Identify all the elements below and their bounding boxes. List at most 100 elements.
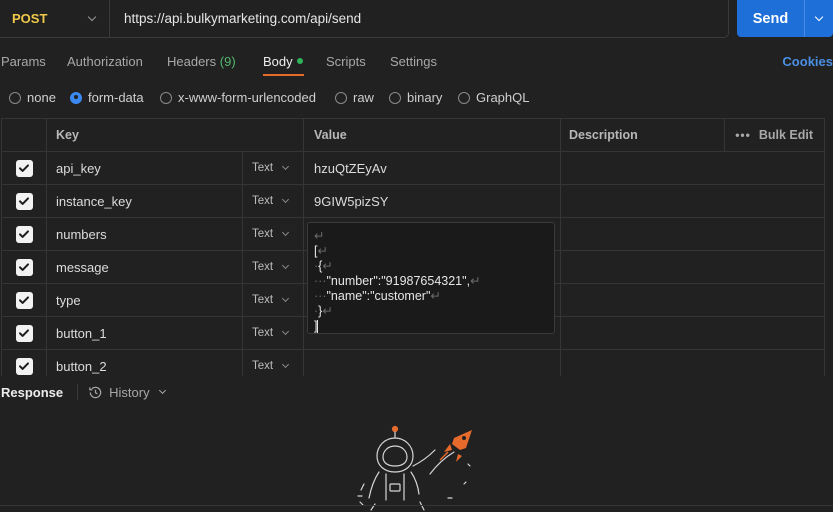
- body-type-urlencoded[interactable]: x-www-form-urlencoded: [160, 90, 316, 105]
- body-type-label: raw: [353, 90, 374, 105]
- tab-authorization[interactable]: Authorization: [67, 54, 143, 69]
- body-type-label: x-www-form-urlencoded: [178, 90, 316, 105]
- send-options-button[interactable]: [804, 0, 833, 37]
- row-checkbox[interactable]: [15, 159, 33, 177]
- newline-marker: ↵: [317, 244, 328, 258]
- newline-marker: ↵: [322, 259, 333, 273]
- type-select[interactable]: Text: [243, 251, 304, 283]
- header-check-cell: [2, 119, 47, 151]
- tab-scripts[interactable]: Scripts: [326, 54, 366, 69]
- type-label: Text: [252, 162, 274, 174]
- row-check-cell: [2, 218, 47, 250]
- chevron-down-icon: [282, 162, 290, 171]
- active-tab-indicator: [263, 74, 304, 76]
- row-checkbox[interactable]: [15, 291, 33, 309]
- text-cursor: [317, 320, 319, 334]
- body-type-label: GraphQL: [476, 90, 530, 105]
- chevron-down-icon: [282, 195, 290, 204]
- whitespace-marker: ···: [314, 289, 327, 303]
- type-select[interactable]: Text: [243, 317, 304, 349]
- row-checkbox[interactable]: [15, 225, 33, 243]
- checkmark-icon: [19, 296, 29, 304]
- table-header-row: Key Value Description ••• Bulk Edit: [2, 119, 824, 152]
- body-type-form-data[interactable]: form-data: [70, 90, 144, 105]
- key-input[interactable]: instance_key: [47, 185, 243, 217]
- body-type-graphql[interactable]: GraphQL: [458, 90, 529, 105]
- value-input[interactable]: 9GIW5pizSY: [304, 185, 561, 217]
- description-input[interactable]: [561, 185, 824, 217]
- key-input[interactable]: numbers: [47, 218, 243, 250]
- json-line: ↵: [314, 229, 554, 244]
- body-type-binary[interactable]: binary: [389, 90, 442, 105]
- row-check-cell: [2, 350, 47, 376]
- row-check-cell: [2, 251, 47, 283]
- header-value: Value: [304, 119, 561, 151]
- key-input[interactable]: message: [47, 251, 243, 283]
- newline-marker: ↵: [322, 304, 333, 318]
- type-label: Text: [252, 195, 274, 207]
- header-description: Description ••• Bulk Edit: [561, 119, 824, 151]
- send-button[interactable]: Send: [737, 0, 804, 37]
- key-input[interactable]: button_2: [47, 350, 243, 376]
- chevron-down-icon: [282, 294, 290, 303]
- method-select[interactable]: POST: [0, 0, 110, 37]
- type-select[interactable]: Text: [243, 185, 304, 217]
- description-input[interactable]: [561, 350, 824, 376]
- chevron-down-icon: [87, 12, 97, 22]
- type-label: Text: [252, 228, 274, 240]
- row-checkbox[interactable]: [15, 258, 33, 276]
- url-input[interactable]: https://api.bulkymarketing.com/api/send: [110, 11, 728, 26]
- row-check-cell: [2, 284, 47, 316]
- modified-dot-icon: [296, 58, 303, 65]
- type-select[interactable]: Text: [243, 350, 304, 376]
- value-json-editor[interactable]: ↵ [↵ ·{↵ ···"number":"91987654321",↵ ···"nam…: [307, 222, 555, 334]
- row-checkbox[interactable]: [15, 357, 33, 375]
- row-check-cell: [2, 152, 47, 184]
- newline-marker: ↵: [314, 229, 325, 243]
- description-input[interactable]: [561, 152, 824, 184]
- header-key: Key: [47, 119, 304, 151]
- tab-headers-count: (9): [219, 54, 236, 69]
- body-type-raw[interactable]: raw: [335, 90, 374, 105]
- table-row: instance_key Text 9GIW5pizSY: [2, 185, 824, 218]
- value-input[interactable]: [304, 350, 561, 376]
- body-type-label: none: [27, 90, 56, 105]
- key-input[interactable]: button_1: [47, 317, 243, 349]
- json-line: ·}↵: [314, 304, 554, 319]
- type-label: Text: [252, 360, 274, 372]
- json-text: "name":"customer": [326, 289, 431, 303]
- astronaut-rocket-illustration: [357, 425, 472, 511]
- radio-icon: [9, 91, 21, 104]
- send-group: Send: [737, 0, 833, 37]
- row-checkbox[interactable]: [15, 324, 33, 342]
- tab-body[interactable]: Body: [263, 54, 303, 69]
- newline-marker: ↵: [430, 289, 441, 303]
- tab-headers[interactable]: Headers (9): [167, 54, 236, 69]
- description-input[interactable]: [561, 218, 824, 250]
- description-input[interactable]: [561, 317, 824, 349]
- tab-settings[interactable]: Settings: [390, 54, 437, 69]
- value-input[interactable]: hzuQtZEyAv: [304, 152, 561, 184]
- row-checkbox[interactable]: [15, 192, 33, 210]
- body-type-label: form-data: [88, 90, 144, 105]
- chevron-down-icon: [282, 261, 290, 270]
- newline-marker: ↵: [470, 274, 481, 288]
- tab-params[interactable]: Params: [1, 54, 46, 69]
- type-label: Text: [252, 261, 274, 273]
- history-button[interactable]: History: [88, 385, 166, 400]
- type-label: Text: [252, 327, 274, 339]
- key-input[interactable]: type: [47, 284, 243, 316]
- radio-icon: [160, 91, 172, 104]
- json-line: ·{↵: [314, 259, 554, 274]
- body-type-none[interactable]: none: [9, 90, 56, 105]
- cookies-link[interactable]: Cookies: [782, 54, 833, 69]
- type-select[interactable]: Text: [243, 152, 304, 184]
- type-select[interactable]: Text: [243, 284, 304, 316]
- description-input[interactable]: [561, 251, 824, 283]
- table-row: api_key Text hzuQtZEyAv: [2, 152, 824, 185]
- key-input[interactable]: api_key: [47, 152, 243, 184]
- bulk-edit-button[interactable]: ••• Bulk Edit: [724, 119, 813, 151]
- type-select[interactable]: Text: [243, 218, 304, 250]
- description-input[interactable]: [561, 284, 824, 316]
- bulk-edit-label: Bulk Edit: [758, 128, 813, 142]
